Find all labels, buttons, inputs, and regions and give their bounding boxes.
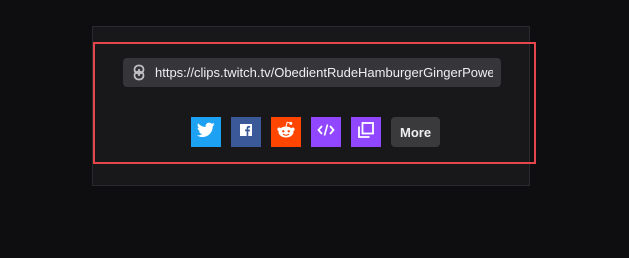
share-reddit-button[interactable] <box>271 117 301 147</box>
share-embed-button[interactable] <box>311 117 341 147</box>
clip-url-field[interactable]: https://clips.twitch.tv/ObedientRudeHamb… <box>123 58 501 87</box>
share-facebook-button[interactable] <box>231 117 261 147</box>
more-share-options-button[interactable]: More <box>391 117 441 147</box>
facebook-icon <box>240 123 252 141</box>
copy-icon <box>358 121 374 143</box>
share-twitter-button[interactable] <box>191 117 221 147</box>
twitter-icon <box>196 122 215 143</box>
copy-link-button[interactable] <box>351 117 381 147</box>
reddit-icon <box>276 121 296 144</box>
clip-url-text: https://clips.twitch.tv/ObedientRudeHamb… <box>155 65 493 80</box>
share-buttons-row: More <box>191 117 441 147</box>
link-icon <box>132 64 146 82</box>
share-panel <box>92 26 530 186</box>
page: https://clips.twitch.tv/ObedientRudeHamb… <box>0 0 629 258</box>
embed-code-icon <box>317 123 335 142</box>
